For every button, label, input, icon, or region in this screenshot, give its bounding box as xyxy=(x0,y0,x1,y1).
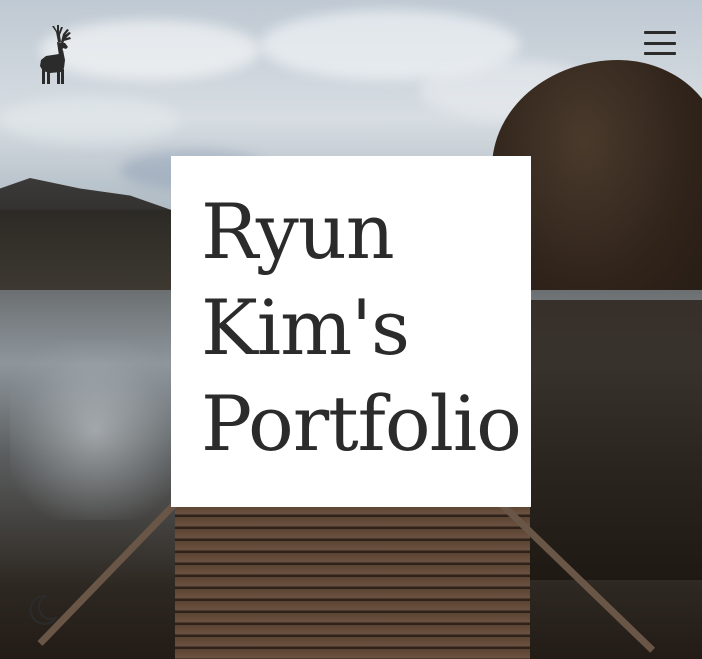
hamburger-menu-icon xyxy=(644,52,676,55)
hamburger-menu-icon xyxy=(644,41,676,45)
page-title: Ryun Kim's Portfolio xyxy=(201,187,522,468)
site-logo[interactable] xyxy=(30,22,78,86)
title-card: Ryun Kim's Portfolio xyxy=(171,156,531,507)
theme-toggle-button[interactable] xyxy=(22,590,62,630)
background-water-highlight xyxy=(10,340,180,520)
hero-section: Ryun Kim's Portfolio xyxy=(0,0,702,659)
background-pier xyxy=(175,505,530,659)
background-shore xyxy=(0,210,175,300)
background-cloud xyxy=(0,95,180,145)
hamburger-menu-icon xyxy=(644,31,676,34)
menu-button[interactable] xyxy=(640,28,680,58)
moon-icon xyxy=(29,594,58,625)
deer-silhouette-icon xyxy=(40,25,71,84)
